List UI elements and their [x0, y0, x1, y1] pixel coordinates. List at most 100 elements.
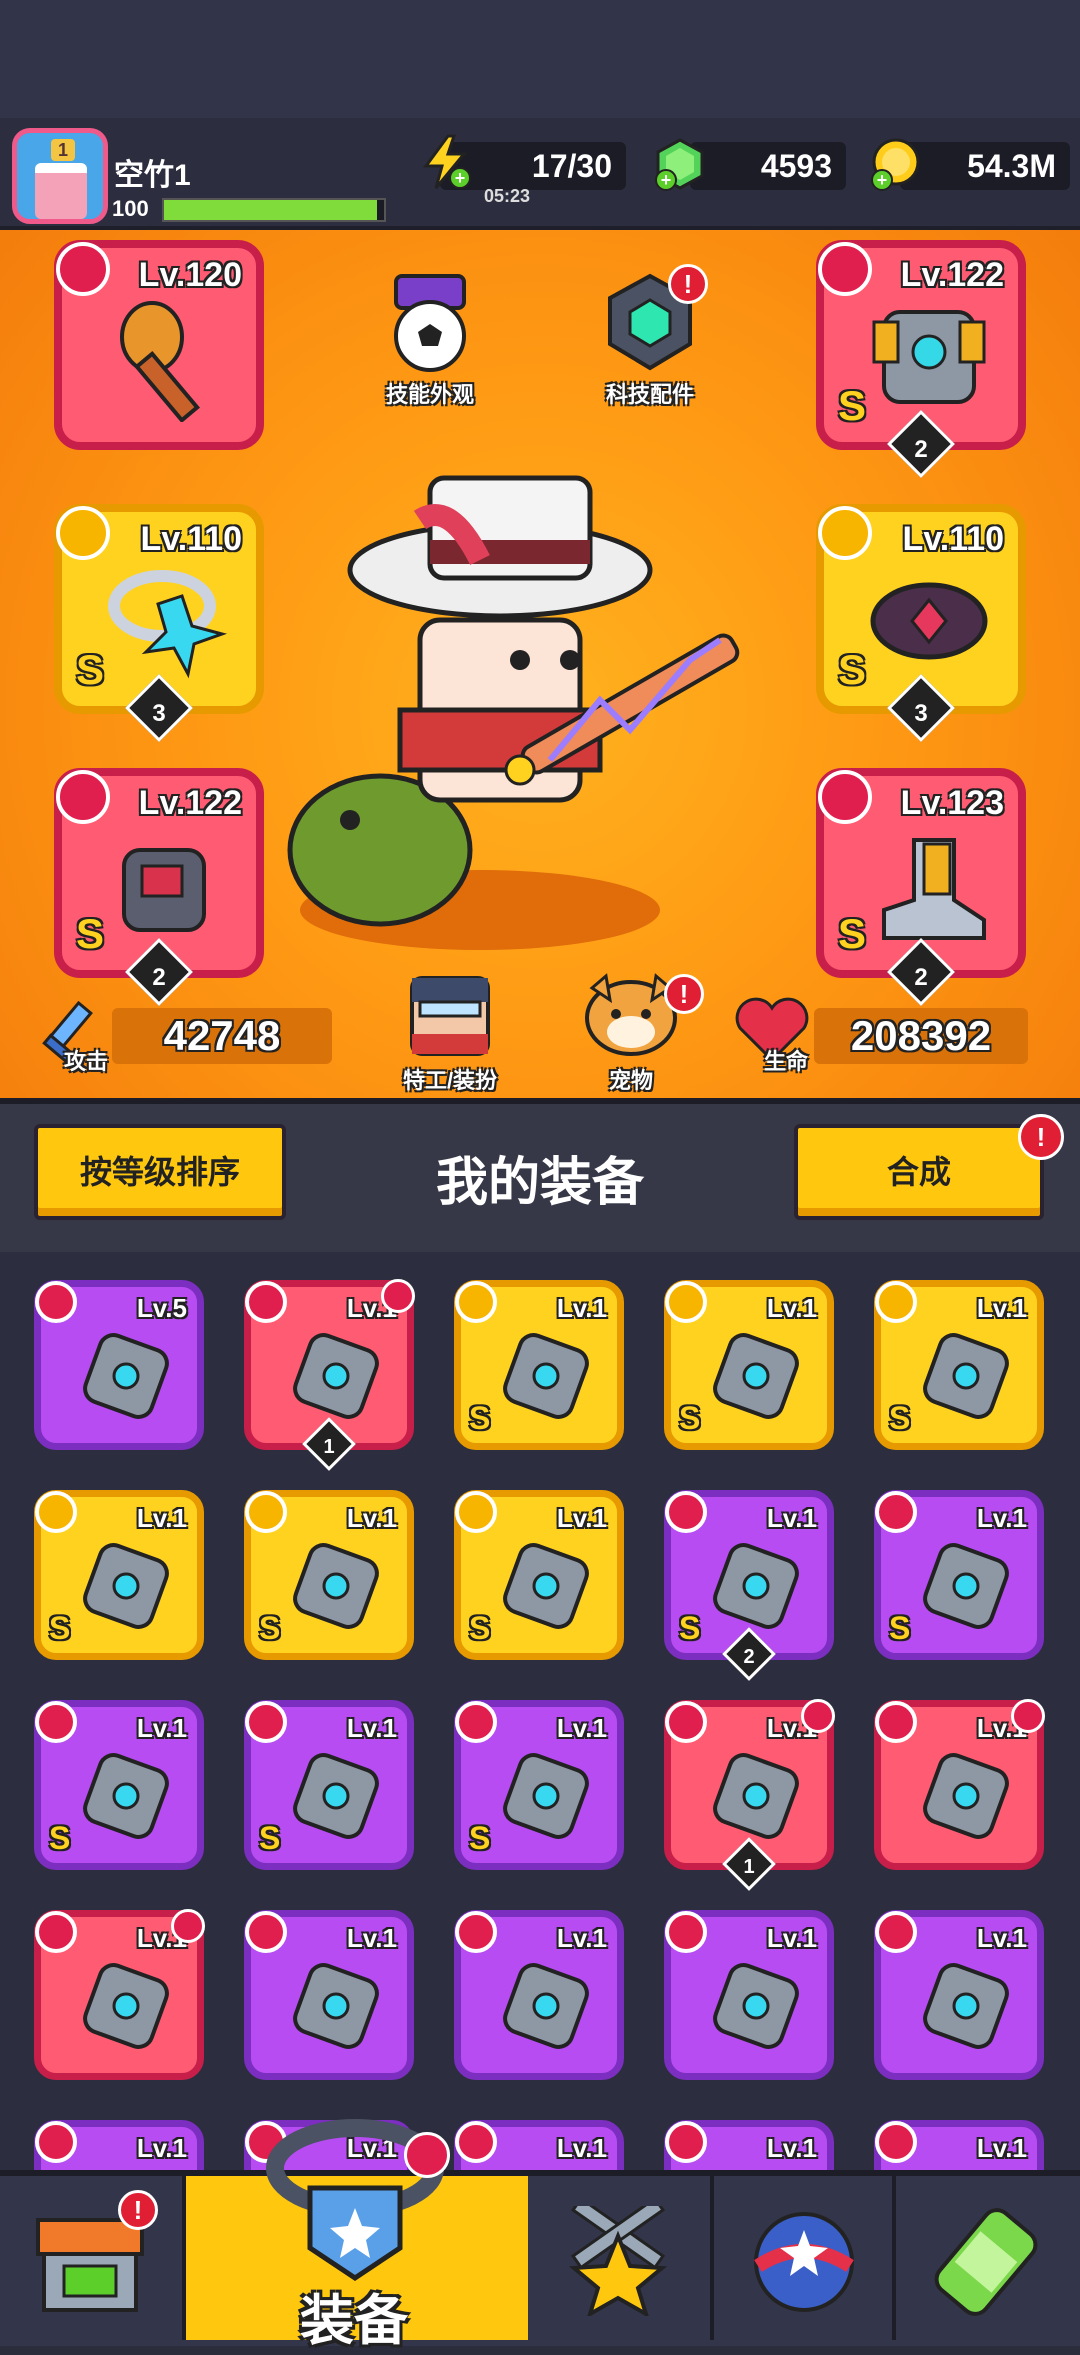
slot-type-icon: [665, 1701, 707, 1743]
dna-capsule-icon: [934, 2208, 1038, 2316]
equipment-item[interactable]: Lv.1 S: [454, 1490, 624, 1660]
item-level: Lv.1: [976, 1503, 1027, 1533]
item-level: Lv.1: [976, 1293, 1027, 1323]
equipment-item[interactable]: Lv.1 S: [244, 1700, 414, 1870]
slot-level: Lv.123: [900, 784, 1004, 822]
cake-icon: [35, 163, 87, 219]
skill-skin-button[interactable]: 技能外观: [370, 272, 490, 409]
shop-alert-icon: !: [118, 2190, 158, 2230]
grade-label: S: [76, 910, 105, 957]
coin-icon[interactable]: +: [868, 136, 924, 192]
item-level: Lv.1: [556, 1293, 607, 1323]
hero-slot-weapon[interactable]: Lv.120: [54, 240, 264, 450]
slot-type-icon: [245, 1491, 287, 1533]
coin-value: 54.3M: [967, 148, 1056, 184]
item-level: Lv.1: [766, 2133, 817, 2163]
status-bar-area: [0, 0, 1080, 118]
hero-slot-glove[interactable]: Lv.122 S 2: [54, 768, 264, 1006]
hero-slot-boots[interactable]: Lv.123 S 2: [816, 768, 1026, 1006]
necklace-icon: [83, 1543, 169, 1629]
nav-events[interactable]: [714, 2176, 896, 2340]
energy-timer: 05:23: [484, 186, 531, 206]
gem-counter[interactable]: 4593: [690, 142, 846, 190]
item-level: Lv.1: [976, 1923, 1027, 1953]
equipment-item[interactable]: Lv.1: [874, 1699, 1045, 1870]
hero-slot-armor[interactable]: Lv.122 S 2: [816, 240, 1026, 478]
hero-slot-necklace[interactable]: Lv.110 S 3: [54, 504, 264, 742]
grade-label: S: [49, 1820, 71, 1856]
necklace-slot-icon: [56, 506, 110, 560]
slot-type-icon: [875, 1701, 917, 1743]
hero-slot-belt[interactable]: Lv.110 S 3: [816, 504, 1026, 742]
gem-value: 4593: [760, 148, 832, 184]
armor-icon: [923, 1543, 1009, 1629]
xp-bar-fill: [164, 200, 378, 220]
item-level: Lv.1: [346, 1713, 397, 1743]
new-item-badge: [381, 1279, 415, 1313]
equipment-item[interactable]: Lv.1 1: [664, 1699, 835, 1891]
nav-shop[interactable]: !: [0, 2176, 186, 2340]
armor-icon: [83, 1753, 169, 1839]
equipment-item[interactable]: Lv.1 S: [874, 1280, 1044, 1450]
slot-level: Lv.120: [138, 256, 242, 294]
equipment-item[interactable]: Lv.1 S: [454, 1280, 624, 1450]
nav-battle[interactable]: [528, 2176, 714, 2340]
sort-by-level-button[interactable]: 按等级排序: [34, 1124, 286, 1220]
equipment-item[interactable]: Lv.1: [34, 1909, 205, 2080]
equipment-item[interactable]: Lv.1 S: [244, 1490, 414, 1660]
equipment-item[interactable]: Lv.1 S: [34, 1490, 204, 1660]
slot-type-icon: [875, 1491, 917, 1533]
star-count: 3: [914, 700, 928, 727]
equipment-item[interactable]: Lv.1 S: [664, 1280, 834, 1450]
blade-icon: [923, 1963, 1009, 2049]
blade-icon: [503, 1963, 589, 2049]
pet-alert-icon: !: [664, 974, 704, 1014]
svg-text:+: +: [455, 168, 466, 188]
equipment-item[interactable]: Lv.1 S: [874, 1490, 1044, 1660]
agent-outfit-button[interactable]: 特工/装扮: [380, 972, 520, 1095]
attack-label: 攻击: [64, 1049, 109, 1074]
boot-icon: [503, 1753, 589, 1839]
equipment-item[interactable]: Lv.1: [454, 1910, 624, 2080]
gem-icon[interactable]: +: [652, 136, 708, 192]
merge-alert-icon: !: [1018, 1114, 1064, 1160]
merge-button[interactable]: 合成: [794, 1124, 1044, 1220]
equipment-item[interactable]: Lv.1 S: [454, 1700, 624, 1870]
glove-slot-icon: [56, 770, 110, 824]
star-globe-icon: [754, 2212, 854, 2312]
item-level: Lv.1: [346, 1923, 397, 1953]
blade-icon: [713, 1963, 799, 2049]
ring-icon: [923, 1753, 1009, 1839]
equipment-item[interactable]: Lv.1 1: [244, 1279, 415, 1471]
star-necklace-icon: [108, 570, 228, 679]
nav-gene[interactable]: [896, 2176, 1080, 2340]
equipment-item[interactable]: Lv.5: [34, 1280, 204, 1450]
equipment-item[interactable]: Lv.1: [664, 1910, 834, 2080]
slot-type-icon: [875, 2121, 917, 2163]
boot-icon: [882, 838, 986, 940]
star-count: 1: [743, 1856, 755, 1878]
grade-label: S: [469, 1610, 491, 1646]
slot-type-icon: [35, 1911, 77, 1953]
equipment-item[interactable]: Lv.1 S: [34, 1700, 204, 1870]
cannon-icon: [713, 1333, 799, 1419]
grade-label: S: [469, 1400, 491, 1436]
slot-type-icon: [35, 1491, 77, 1533]
player-avatar[interactable]: 1: [12, 128, 108, 224]
slot-type-icon: [665, 2121, 707, 2163]
slot-level: Lv.110: [902, 520, 1004, 558]
grade-label: S: [259, 1820, 281, 1856]
grade-label: S: [76, 646, 105, 693]
energy-icon[interactable]: +: [418, 134, 474, 190]
item-level: Lv.1: [976, 2133, 1027, 2163]
slot-type-icon: [875, 1911, 917, 1953]
slot-type-icon: [875, 1281, 917, 1323]
hp-label: 生命: [764, 1049, 809, 1074]
equipment-item[interactable]: Lv.1: [244, 1910, 414, 2080]
coin-counter[interactable]: 54.3M: [900, 142, 1070, 190]
grade-label: S: [679, 1610, 701, 1646]
equipment-item[interactable]: Lv.1 S 2: [664, 1490, 834, 1681]
tech-parts-alert-icon: !: [668, 264, 708, 304]
equipment-item[interactable]: Lv.1: [874, 1910, 1044, 2080]
kunai-icon: [293, 1333, 379, 1419]
